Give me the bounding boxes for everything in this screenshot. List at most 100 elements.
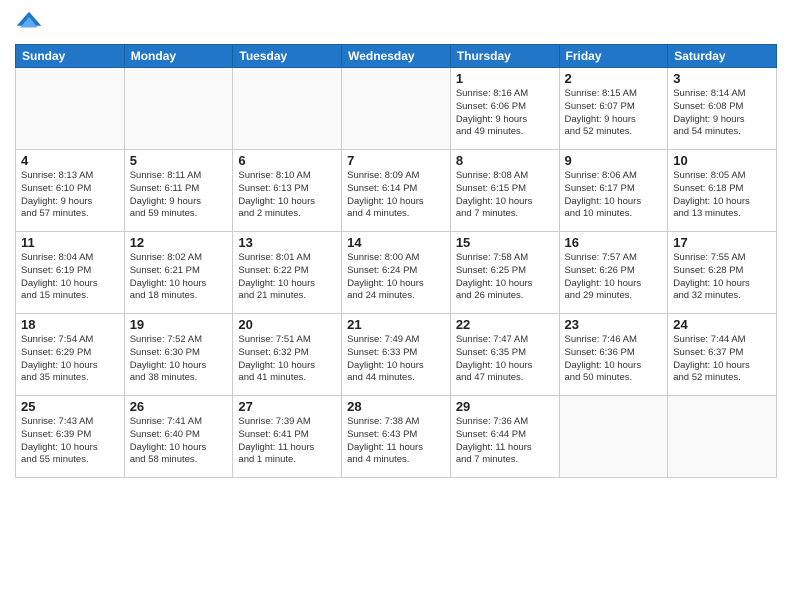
day-number: 22	[456, 317, 554, 332]
col-header-tuesday: Tuesday	[233, 45, 342, 68]
day-info: Sunrise: 7:46 AM Sunset: 6:36 PM Dayligh…	[565, 334, 663, 385]
day-info: Sunrise: 8:06 AM Sunset: 6:17 PM Dayligh…	[565, 170, 663, 221]
day-number: 14	[347, 235, 445, 250]
day-number: 4	[21, 153, 119, 168]
day-cell: 28 Sunrise: 7:38 AM Sunset: 6:43 PM Dayli…	[342, 396, 451, 478]
day-info: Sunrise: 7:49 AM Sunset: 6:33 PM Dayligh…	[347, 334, 445, 385]
day-number: 5	[130, 153, 228, 168]
day-number: 24	[673, 317, 771, 332]
day-number: 29	[456, 399, 554, 414]
header	[15, 10, 777, 38]
day-info: Sunrise: 8:00 AM Sunset: 6:24 PM Dayligh…	[347, 252, 445, 303]
day-cell	[233, 68, 342, 150]
day-info: Sunrise: 7:38 AM Sunset: 6:43 PM Dayligh…	[347, 416, 445, 467]
day-cell: 23 Sunrise: 7:46 AM Sunset: 6:36 PM Dayli…	[559, 314, 668, 396]
day-number: 17	[673, 235, 771, 250]
day-number: 15	[456, 235, 554, 250]
day-cell: 2 Sunrise: 8:15 AM Sunset: 6:07 PM Daylig…	[559, 68, 668, 150]
col-header-wednesday: Wednesday	[342, 45, 451, 68]
day-number: 2	[565, 71, 663, 86]
day-number: 11	[21, 235, 119, 250]
day-info: Sunrise: 8:04 AM Sunset: 6:19 PM Dayligh…	[21, 252, 119, 303]
day-cell: 4 Sunrise: 8:13 AM Sunset: 6:10 PM Daylig…	[16, 150, 125, 232]
day-number: 27	[238, 399, 336, 414]
day-info: Sunrise: 8:11 AM Sunset: 6:11 PM Dayligh…	[130, 170, 228, 221]
day-number: 25	[21, 399, 119, 414]
logo	[15, 10, 47, 38]
day-cell: 21 Sunrise: 7:49 AM Sunset: 6:33 PM Dayli…	[342, 314, 451, 396]
day-info: Sunrise: 7:51 AM Sunset: 6:32 PM Dayligh…	[238, 334, 336, 385]
day-cell: 1Sunrise: 8:16 AM Sunset: 6:06 PM Daylig…	[450, 68, 559, 150]
week-row-1: 4 Sunrise: 8:13 AM Sunset: 6:10 PM Daylig…	[16, 150, 777, 232]
week-row-3: 18 Sunrise: 7:54 AM Sunset: 6:29 PM Dayli…	[16, 314, 777, 396]
day-cell: 3Sunrise: 8:14 AM Sunset: 6:08 PM Daylig…	[668, 68, 777, 150]
day-cell	[16, 68, 125, 150]
day-number: 18	[21, 317, 119, 332]
day-cell: 13 Sunrise: 8:01 AM Sunset: 6:22 PM Dayli…	[233, 232, 342, 314]
day-info: Sunrise: 8:13 AM Sunset: 6:10 PM Dayligh…	[21, 170, 119, 221]
day-info: Sunrise: 7:47 AM Sunset: 6:35 PM Dayligh…	[456, 334, 554, 385]
day-cell: 29 Sunrise: 7:36 AM Sunset: 6:44 PM Dayli…	[450, 396, 559, 478]
day-info: Sunrise: 7:54 AM Sunset: 6:29 PM Dayligh…	[21, 334, 119, 385]
day-number: 21	[347, 317, 445, 332]
day-info: Sunrise: 8:02 AM Sunset: 6:21 PM Dayligh…	[130, 252, 228, 303]
calendar: SundayMondayTuesdayWednesdayThursdayFrid…	[15, 44, 777, 478]
day-cell: 17 Sunrise: 7:55 AM Sunset: 6:28 PM Dayli…	[668, 232, 777, 314]
col-header-sunday: Sunday	[16, 45, 125, 68]
day-cell: 25 Sunrise: 7:43 AM Sunset: 6:39 PM Dayli…	[16, 396, 125, 478]
logo-icon	[15, 10, 43, 38]
day-info: Sunrise: 7:41 AM Sunset: 6:40 PM Dayligh…	[130, 416, 228, 467]
day-info: Sunrise: 8:15 AM Sunset: 6:07 PM Dayligh…	[565, 88, 663, 139]
day-number: 9	[565, 153, 663, 168]
day-number: 3	[673, 71, 771, 86]
col-header-thursday: Thursday	[450, 45, 559, 68]
day-number: 8	[456, 153, 554, 168]
day-info: Sunrise: 7:43 AM Sunset: 6:39 PM Dayligh…	[21, 416, 119, 467]
day-cell	[559, 396, 668, 478]
day-cell: 7Sunrise: 8:09 AM Sunset: 6:14 PM Daylig…	[342, 150, 451, 232]
day-number: 23	[565, 317, 663, 332]
page: SundayMondayTuesdayWednesdayThursdayFrid…	[0, 0, 792, 612]
day-number: 28	[347, 399, 445, 414]
day-cell: 14 Sunrise: 8:00 AM Sunset: 6:24 PM Dayli…	[342, 232, 451, 314]
day-cell: 27Sunrise: 7:39 AM Sunset: 6:41 PM Dayli…	[233, 396, 342, 478]
day-cell: 6Sunrise: 8:10 AM Sunset: 6:13 PM Daylig…	[233, 150, 342, 232]
day-number: 1	[456, 71, 554, 86]
day-info: Sunrise: 8:01 AM Sunset: 6:22 PM Dayligh…	[238, 252, 336, 303]
day-cell: 26 Sunrise: 7:41 AM Sunset: 6:40 PM Dayli…	[124, 396, 233, 478]
week-row-4: 25 Sunrise: 7:43 AM Sunset: 6:39 PM Dayli…	[16, 396, 777, 478]
day-cell	[342, 68, 451, 150]
day-info: Sunrise: 8:09 AM Sunset: 6:14 PM Dayligh…	[347, 170, 445, 221]
day-number: 20	[238, 317, 336, 332]
day-cell: 5 Sunrise: 8:11 AM Sunset: 6:11 PM Daylig…	[124, 150, 233, 232]
day-cell: 15Sunrise: 7:58 AM Sunset: 6:25 PM Dayli…	[450, 232, 559, 314]
day-cell: 12Sunrise: 8:02 AM Sunset: 6:21 PM Dayli…	[124, 232, 233, 314]
day-info: Sunrise: 7:55 AM Sunset: 6:28 PM Dayligh…	[673, 252, 771, 303]
day-cell	[124, 68, 233, 150]
day-info: Sunrise: 8:08 AM Sunset: 6:15 PM Dayligh…	[456, 170, 554, 221]
day-number: 13	[238, 235, 336, 250]
day-cell: 19Sunrise: 7:52 AM Sunset: 6:30 PM Dayli…	[124, 314, 233, 396]
week-row-0: 1Sunrise: 8:16 AM Sunset: 6:06 PM Daylig…	[16, 68, 777, 150]
day-info: Sunrise: 7:36 AM Sunset: 6:44 PM Dayligh…	[456, 416, 554, 467]
day-info: Sunrise: 7:44 AM Sunset: 6:37 PM Dayligh…	[673, 334, 771, 385]
day-info: Sunrise: 7:57 AM Sunset: 6:26 PM Dayligh…	[565, 252, 663, 303]
day-cell: 11 Sunrise: 8:04 AM Sunset: 6:19 PM Dayli…	[16, 232, 125, 314]
day-number: 16	[565, 235, 663, 250]
day-cell: 16 Sunrise: 7:57 AM Sunset: 6:26 PM Dayli…	[559, 232, 668, 314]
day-cell: 22 Sunrise: 7:47 AM Sunset: 6:35 PM Dayli…	[450, 314, 559, 396]
col-header-saturday: Saturday	[668, 45, 777, 68]
day-number: 6	[238, 153, 336, 168]
day-number: 19	[130, 317, 228, 332]
day-cell: 9 Sunrise: 8:06 AM Sunset: 6:17 PM Daylig…	[559, 150, 668, 232]
col-header-monday: Monday	[124, 45, 233, 68]
week-row-2: 11 Sunrise: 8:04 AM Sunset: 6:19 PM Dayli…	[16, 232, 777, 314]
day-cell: 24 Sunrise: 7:44 AM Sunset: 6:37 PM Dayli…	[668, 314, 777, 396]
col-header-friday: Friday	[559, 45, 668, 68]
day-cell	[668, 396, 777, 478]
day-number: 10	[673, 153, 771, 168]
day-number: 26	[130, 399, 228, 414]
day-cell: 20 Sunrise: 7:51 AM Sunset: 6:32 PM Dayli…	[233, 314, 342, 396]
day-cell: 18 Sunrise: 7:54 AM Sunset: 6:29 PM Dayli…	[16, 314, 125, 396]
day-info: Sunrise: 8:05 AM Sunset: 6:18 PM Dayligh…	[673, 170, 771, 221]
